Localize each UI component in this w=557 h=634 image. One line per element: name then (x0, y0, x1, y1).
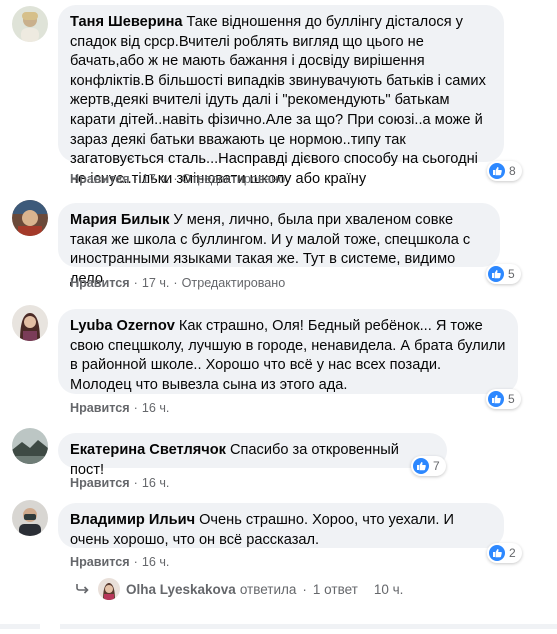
reaction-number: 5 (508, 267, 515, 281)
comment-actions: Нравится · 17 ч. · Отредактировано (70, 276, 285, 290)
reaction-count[interactable]: 5 (486, 264, 521, 284)
edited-label[interactable]: Отредактировано (182, 276, 286, 290)
comment-author[interactable]: Мария Билык (70, 212, 169, 228)
reaction-count[interactable]: 5 (486, 389, 521, 409)
like-button[interactable]: Нравится (70, 276, 130, 290)
timestamp[interactable]: 17 ч. (142, 276, 170, 290)
separator: · (173, 172, 178, 186)
timestamp[interactable]: 17 ч. (142, 172, 170, 186)
comment-text: Таке відношення до буллінгу дісталося у … (70, 14, 486, 187)
comment-author[interactable]: Lyuba Ozernov (70, 318, 175, 334)
like-button[interactable]: Нравится (70, 401, 130, 415)
like-icon (488, 266, 504, 282)
comment-actions: Нравится · 16 ч. (70, 555, 169, 569)
like-icon (413, 458, 429, 474)
comment-bubble: Владимир Ильич Очень страшно. Хороо, что … (58, 503, 504, 548)
separator: · (133, 401, 138, 415)
like-icon (488, 391, 504, 407)
reaction-number: 8 (509, 164, 516, 178)
avatar (98, 578, 120, 600)
separator: · (173, 276, 178, 290)
comment-author[interactable]: Владимир Ильич (70, 512, 195, 528)
view-replies-link[interactable]: Olha Lyeskakova ответила · 1 ответ 10 ч. (76, 578, 403, 600)
comment-author[interactable]: Таня Шеверина (70, 14, 183, 30)
timestamp[interactable]: 16 ч. (142, 555, 170, 569)
comment-bubble: Lyuba Ozernov Как страшно, Оля! Бедный ре… (58, 309, 518, 394)
reaction-count[interactable]: 8 (487, 161, 522, 181)
comment-bubble: Таня Шеверина Таке відношення до буллінгу… (58, 5, 504, 187)
avatar[interactable] (12, 305, 48, 341)
like-button[interactable]: Нравится (70, 476, 130, 490)
like-button[interactable]: Нравится (70, 172, 130, 186)
reply-time: 10 ч. (373, 581, 404, 597)
avatar[interactable] (12, 428, 48, 464)
separator: · (133, 476, 138, 490)
avatar[interactable] (12, 500, 48, 536)
divider (0, 616, 557, 629)
comment-author[interactable]: Екатерина Светлячок (70, 442, 226, 458)
reaction-count[interactable]: 7 (411, 456, 446, 476)
comment-actions: Нравится · 17 ч. · Отредактировано (70, 172, 285, 186)
timestamp[interactable]: 16 ч. (142, 476, 170, 490)
reply-action: ответила (239, 581, 297, 597)
comment-actions: Нравится · 16 ч. (70, 476, 169, 490)
separator: · (302, 581, 307, 597)
timestamp[interactable]: 16 ч. (142, 401, 170, 415)
separator: · (133, 555, 138, 569)
reaction-number: 2 (509, 546, 516, 560)
separator: · (133, 276, 138, 290)
like-icon (489, 163, 505, 179)
separator: · (133, 172, 138, 186)
reply-author: Olha Lyeskakova (126, 581, 236, 597)
avatar[interactable] (12, 6, 48, 42)
reaction-number: 7 (433, 459, 440, 473)
like-icon (489, 545, 505, 561)
comment-bubble: Екатерина Светлячок Спасибо за откровенны… (58, 433, 447, 478)
reply-arrow-icon (76, 582, 90, 597)
edited-label[interactable]: Отредактировано (182, 172, 286, 186)
comment-actions: Нравится · 16 ч. (70, 401, 169, 415)
comment-bubble: Мария Билык У меня, лично, была при хвале… (58, 203, 500, 287)
reaction-count[interactable]: 2 (487, 543, 522, 563)
avatar[interactable] (12, 200, 48, 236)
reaction-number: 5 (508, 392, 515, 406)
reply-count: 1 ответ (312, 581, 358, 597)
like-button[interactable]: Нравится (70, 555, 130, 569)
